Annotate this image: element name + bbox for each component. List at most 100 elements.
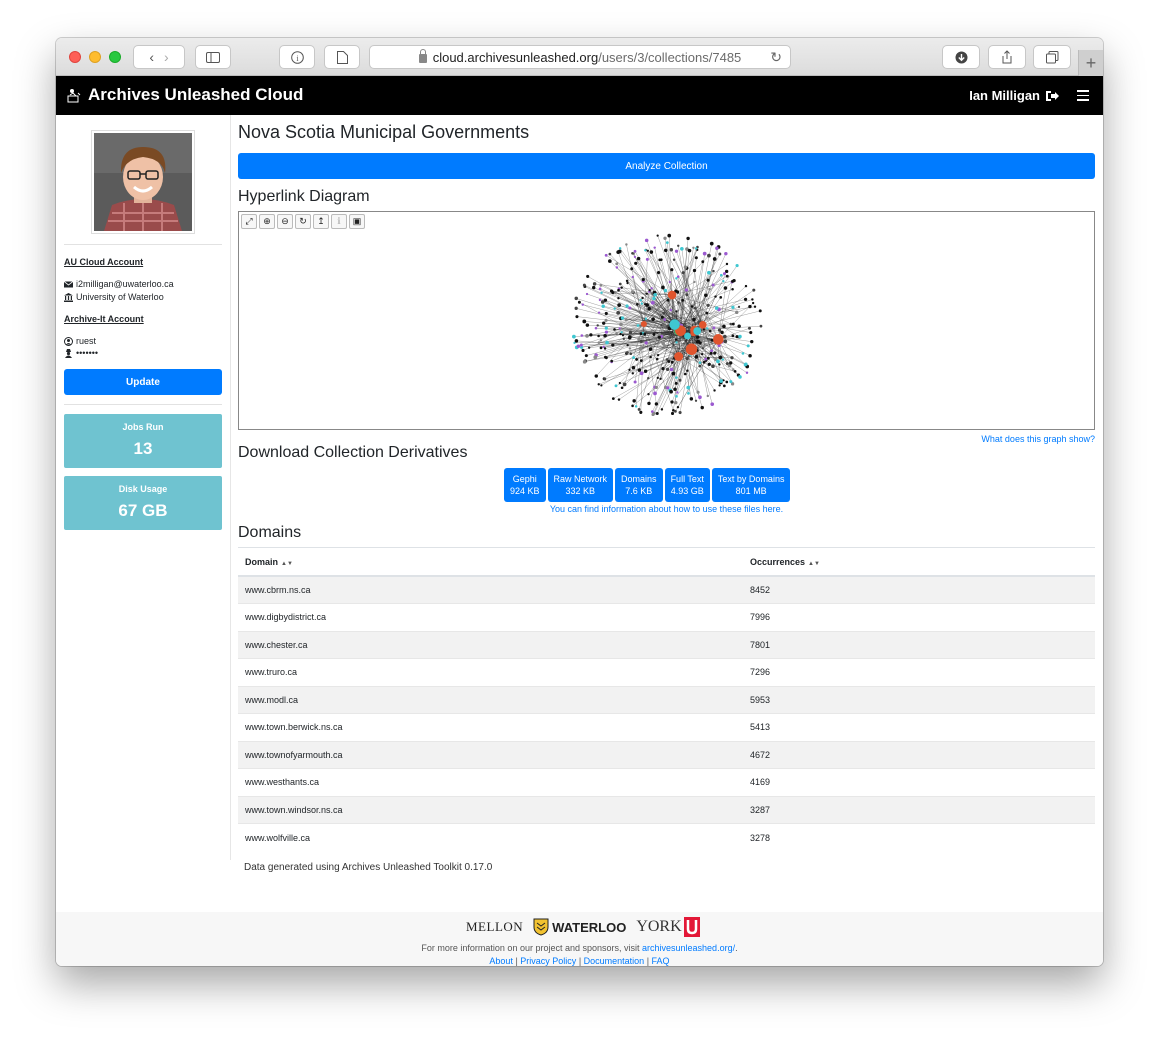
network-node [744,284,748,288]
text-by-domains-download-button[interactable]: Text by Domains 801 MB [711,468,791,502]
brand-link[interactable]: Archives Unleashed Cloud [66,85,303,105]
share-button[interactable] [988,45,1026,69]
network-node [643,303,647,306]
network-node [639,371,644,376]
sign-out-icon[interactable] [1045,90,1059,102]
network-node [620,386,624,390]
info-button[interactable]: i [279,45,315,69]
network-node [708,329,712,333]
hyperlink-graph[interactable]: ⤢ ⊕ ⊖ ↻ ↥ ℹ ▣ [238,211,1095,430]
jobs-run-card: Jobs Run 13 [64,414,222,468]
faq-link[interactable]: FAQ [652,956,670,966]
user-menu[interactable]: Ian Milligan [969,88,1059,103]
desktop: ‹ › i cloud.archivesunleashed.org/users/… [0,0,1159,1041]
occurrences-cell: 3287 [743,795,1095,824]
network-node [651,412,655,417]
derivatives-help-link[interactable]: You can find information about how to us… [238,504,1095,514]
email-row: i2milligan@uwaterloo.ca [64,279,174,289]
menu-toggle-icon[interactable] [1077,90,1089,101]
network-node [604,356,608,360]
network-node [730,356,734,360]
back-forward-buttons[interactable]: ‹ › [133,45,185,69]
occurrences-cell: 4169 [743,768,1095,796]
gephi-download-button[interactable]: Gephi 924 KB [504,468,546,502]
network-node [613,307,616,310]
network-node [673,409,677,413]
network-node [685,356,689,361]
reload-icon[interactable]: ↻ [770,49,782,66]
network-node [586,274,590,278]
zoom-window-button[interactable] [109,51,121,63]
network-node [696,390,700,394]
network-node [637,368,642,372]
occurrences-column-header[interactable]: Occurrences ▲▼ [743,548,1095,577]
domains-download-button[interactable]: Domains 7.6 KB [615,468,663,502]
reader-button[interactable] [324,45,360,69]
network-node [729,322,733,326]
close-window-button[interactable] [69,51,81,63]
about-link[interactable]: About [489,956,513,966]
network-node [615,331,618,335]
network-node [605,340,609,345]
network-node [631,372,634,375]
network-node [652,333,656,336]
ait-user-text: ruest [76,336,97,346]
graph-help-link[interactable]: What does this graph show? [981,434,1095,444]
network-node [661,341,665,346]
network-node [735,263,739,268]
page-title: Nova Scotia Municipal Governments [238,122,530,142]
address-bar[interactable]: cloud.archivesunleashed.org/users/3/coll… [369,45,791,69]
privacy-policy-link[interactable]: Privacy Policy [520,956,576,966]
table-row: www.town.berwick.ns.ca 5413 [238,713,1095,741]
sidebar-toggle-button[interactable] [195,45,231,69]
domain-column-header[interactable]: Domain ▲▼ [238,548,743,577]
network-node [628,368,631,371]
network-node [708,287,711,291]
network-node [638,346,643,351]
full-text-download-button[interactable]: Full Text 4.93 GB [664,468,710,502]
network-node [619,322,623,327]
network-node [579,343,583,347]
occurrences-cell: 7996 [743,603,1095,631]
network-node [707,253,711,258]
network-node [737,324,741,328]
network-node [678,378,682,382]
documentation-link[interactable]: Documentation [584,956,645,966]
domains-table: Domain ▲▼ Occurrences ▲▼ www.cbrm.ns.ca 845… [238,548,1095,851]
network-node [722,384,726,388]
network-node [733,370,737,373]
analyze-collection-button[interactable]: Analyze Collection [238,153,1095,179]
network-node [738,334,742,339]
network-node [710,402,715,406]
archive-it-account-heading: Archive-It Account [64,314,144,324]
url-path: /users/3/collections/7485 [598,49,742,65]
network-node [626,281,629,285]
network-node [647,377,650,380]
network-node [603,347,607,350]
network-node [604,330,609,334]
footer-links: About | Privacy Policy | Documentation |… [489,956,670,966]
downloads-button[interactable] [942,45,980,69]
minimize-window-button[interactable] [89,51,101,63]
network-node [596,324,599,327]
network-node [696,339,701,343]
raw-network-download-button[interactable]: Raw Network 332 KB [547,468,614,502]
network-node [674,381,678,385]
new-tab-button[interactable]: + [1078,50,1103,76]
network-node [621,334,625,337]
tabs-overview-button[interactable] [1033,45,1071,69]
update-button[interactable]: Update [64,369,222,395]
network-node [655,357,659,361]
user-name[interactable]: Ian Milligan [969,88,1040,103]
domain-cell: www.cbrm.ns.ca [238,575,743,604]
forward-icon[interactable]: › [164,49,169,65]
network-node [617,288,620,292]
table-row: www.town.windsor.ns.ca 3287 [238,795,1095,824]
network-node [640,302,644,305]
sort-icon[interactable]: ▲▼ [281,561,293,567]
back-icon[interactable]: ‹ [149,49,154,65]
project-site-link[interactable]: archivesunleashed.org/ [642,943,735,953]
sort-icon[interactable]: ▲▼ [808,561,820,567]
svg-text:i: i [296,54,299,63]
network-node [619,332,622,336]
